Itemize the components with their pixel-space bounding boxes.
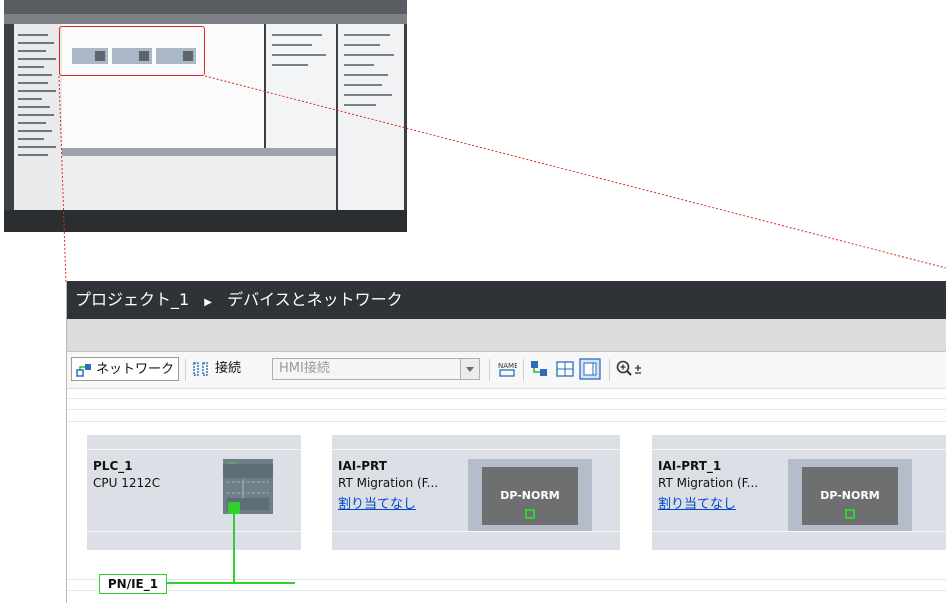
profinet-network-line[interactable]: [67, 281, 946, 603]
network-label[interactable]: PN/IE_1: [99, 574, 167, 594]
devices-networks-editor: プロジェクト_1 ▶ デバイスとネットワーク ネットワーク 接続 HMI接続 N…: [66, 281, 946, 603]
